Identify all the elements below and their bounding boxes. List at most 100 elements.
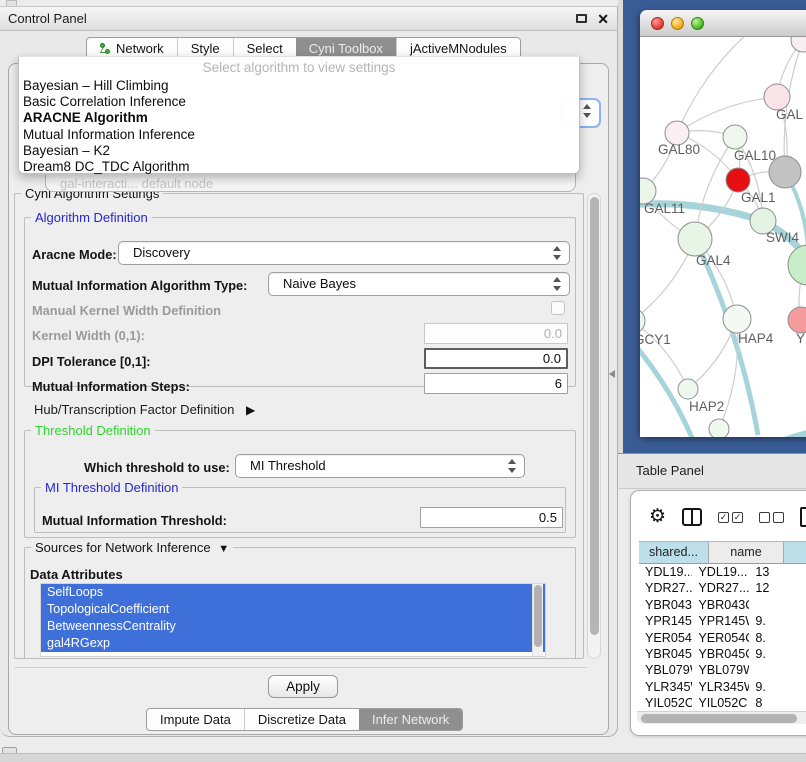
data-attribute-item[interactable]: TopologicalCoefficient bbox=[41, 601, 545, 618]
minimize-traffic-light[interactable] bbox=[671, 17, 684, 30]
spinner-icon bbox=[508, 459, 517, 473]
network-window-titlebar[interactable] bbox=[640, 10, 806, 37]
algorithm-option[interactable]: Bayesian – K2 bbox=[19, 143, 579, 159]
settings-scrollbar-thumb[interactable] bbox=[590, 197, 599, 635]
node-label: GAL11 bbox=[644, 201, 685, 216]
sources-title: Sources for Network Inference ▼ bbox=[31, 540, 233, 555]
mi-threshold-input[interactable] bbox=[420, 507, 563, 528]
table-row[interactable]: YLR345WYLR345W9. bbox=[639, 679, 806, 695]
node-label: GAL bbox=[776, 107, 804, 122]
table-row[interactable]: YIL052CYIL052C8 bbox=[639, 695, 806, 710]
which-threshold-combo[interactable]: MI Threshold bbox=[235, 454, 525, 478]
node-gal10[interactable] bbox=[723, 125, 747, 149]
splitter-collapse-arrow[interactable] bbox=[609, 370, 615, 378]
table-hscrollbar[interactable] bbox=[637, 711, 806, 724]
algorithm-popup: Select algorithm to view settings Bayesi… bbox=[18, 56, 580, 174]
node-partial-bottom[interactable] bbox=[709, 419, 729, 437]
table-cell: YDL19... bbox=[639, 564, 692, 580]
node-label: GAL10 bbox=[734, 148, 776, 163]
manual-kernel-checkbox bbox=[551, 301, 565, 315]
algorithm-option[interactable]: Mutual Information Inference bbox=[19, 127, 579, 143]
table-cell bbox=[749, 597, 806, 613]
table-panel-window: ⚙ ✓ ✓ shared...nameA YDL19...YDL19...13Y… bbox=[630, 490, 806, 736]
column-header[interactable]: A bbox=[784, 542, 806, 563]
algorithm-option[interactable]: Basic Correlation Inference bbox=[19, 94, 579, 110]
zoom-traffic-light[interactable] bbox=[691, 17, 704, 30]
close-traffic-light[interactable] bbox=[651, 17, 664, 30]
deselect-all-columns-icon[interactable] bbox=[759, 512, 784, 523]
table-row[interactable]: YBL079WYBL079W bbox=[639, 662, 806, 678]
table-cell: 9. bbox=[749, 679, 806, 695]
node-partial-top[interactable] bbox=[791, 37, 806, 52]
manual-kernel-label: Manual Kernel Width Definition bbox=[32, 303, 221, 318]
node-salmon[interactable] bbox=[788, 307, 806, 333]
select-all-columns-icon[interactable]: ✓ ✓ bbox=[718, 512, 743, 523]
network-edge bbox=[738, 431, 806, 437]
tab-impute-data[interactable]: Impute Data bbox=[147, 709, 244, 730]
dpi-tolerance-input[interactable] bbox=[424, 348, 568, 369]
node-gal1[interactable] bbox=[726, 168, 750, 192]
table-cell: YLR345W bbox=[639, 679, 692, 695]
data-attribute-item[interactable]: gal4RGexp bbox=[41, 635, 545, 652]
data-attribute-item[interactable]: BetweennessCentrality bbox=[41, 618, 545, 635]
kernel-width-label: Kernel Width (0,1): bbox=[32, 328, 145, 343]
apply-button[interactable]: Apply bbox=[268, 675, 338, 698]
data-attribute-item[interactable]: SelfLoops bbox=[41, 584, 545, 601]
table-cell: YDR27... bbox=[692, 580, 749, 596]
tab-discretize-data[interactable]: Discretize Data bbox=[244, 709, 359, 730]
table-cell: 8 bbox=[749, 695, 806, 710]
table-cell: YBR045C bbox=[639, 646, 692, 662]
mi-threshold-definition-title: MI Threshold Definition bbox=[41, 480, 182, 495]
sources-title-text: Sources for Network Inference bbox=[35, 540, 211, 555]
algorithm-option[interactable]: ARACNE Algorithm bbox=[19, 110, 579, 126]
table-cell: YDL19... bbox=[692, 564, 749, 580]
float-window-icon[interactable] bbox=[576, 14, 587, 23]
tab-infer-network[interactable]: Infer Network bbox=[359, 709, 462, 730]
table-cell: YIL052C bbox=[639, 695, 692, 710]
node-label: GCY1 bbox=[640, 332, 671, 347]
table-panel-titlebar: Table Panel bbox=[618, 453, 806, 489]
network-canvas[interactable]: GALGAL80GAL10GAL1GAL11SWI4GAL4GCY1HAP4YH… bbox=[640, 37, 806, 437]
node-green-right[interactable] bbox=[788, 245, 806, 285]
table-row[interactable]: YBR045CYBR045C9. bbox=[639, 646, 806, 662]
attributes-scrollbar-thumb[interactable] bbox=[534, 585, 542, 647]
table-row[interactable]: YDL19...YDL19...13 bbox=[639, 564, 806, 580]
algorithm-option[interactable]: Bayesian – Hill Climbing bbox=[19, 78, 579, 94]
hub-definition-label: Hub/Transcription Factor Definition bbox=[34, 402, 234, 417]
table-cell bbox=[749, 662, 806, 678]
gear-icon[interactable]: ⚙ bbox=[649, 507, 666, 527]
table-row[interactable]: YDR27...YDR27...12 bbox=[639, 580, 806, 596]
table-cell: 8. bbox=[749, 630, 806, 646]
settings-scrollbar[interactable] bbox=[587, 193, 601, 659]
checked-box-icon: ✓ bbox=[718, 512, 729, 523]
divider bbox=[14, 667, 587, 668]
table-cell: YPR145W bbox=[639, 613, 692, 629]
node-label: Y bbox=[796, 331, 805, 346]
table-row[interactable]: YPR145WYPR145W9. bbox=[639, 613, 806, 629]
node-hap2[interactable] bbox=[678, 379, 698, 399]
aracne-mode-combo[interactable]: Discovery bbox=[118, 241, 570, 265]
column-header[interactable]: name bbox=[709, 542, 784, 563]
table-row[interactable]: YER054CYER054C8. bbox=[639, 630, 806, 646]
page-icon[interactable] bbox=[800, 507, 806, 527]
mi-type-combo[interactable]: Naive Bayes bbox=[268, 272, 570, 296]
dpi-tolerance-label: DPI Tolerance [0,1]: bbox=[32, 354, 151, 369]
mi-type-value: Naive Bayes bbox=[283, 273, 356, 295]
table-row[interactable]: YBR043CYBR043C bbox=[639, 597, 806, 613]
column-header[interactable]: shared... bbox=[639, 542, 709, 563]
algorithm-option[interactable]: Dream8 DC_TDC Algorithm bbox=[19, 159, 579, 175]
network-view-window: GALGAL80GAL10GAL1GAL11SWI4GAL4GCY1HAP4YH… bbox=[640, 10, 806, 437]
close-icon[interactable]: ✕ bbox=[597, 7, 609, 31]
node-gal4[interactable] bbox=[678, 222, 712, 256]
node-label: GAL80 bbox=[658, 142, 700, 157]
mi-steps-input[interactable] bbox=[424, 373, 568, 394]
aracne-mode-label: Aracne Mode: bbox=[32, 247, 117, 262]
hub-definition-toggle[interactable]: Hub/Transcription Factor Definition ▶ bbox=[34, 402, 255, 417]
attributes-list-scrollbar[interactable] bbox=[532, 584, 543, 656]
network-desktop: GALGAL80GAL10GAL1GAL11SWI4GAL4GCY1HAP4YH… bbox=[623, 0, 806, 453]
collapse-down-icon[interactable]: ▼ bbox=[218, 543, 229, 555]
node-hap4[interactable] bbox=[723, 305, 751, 333]
split-view-icon[interactable] bbox=[682, 508, 702, 526]
table-hscrollbar-thumb[interactable] bbox=[641, 714, 797, 723]
network-edge bbox=[677, 37, 750, 133]
